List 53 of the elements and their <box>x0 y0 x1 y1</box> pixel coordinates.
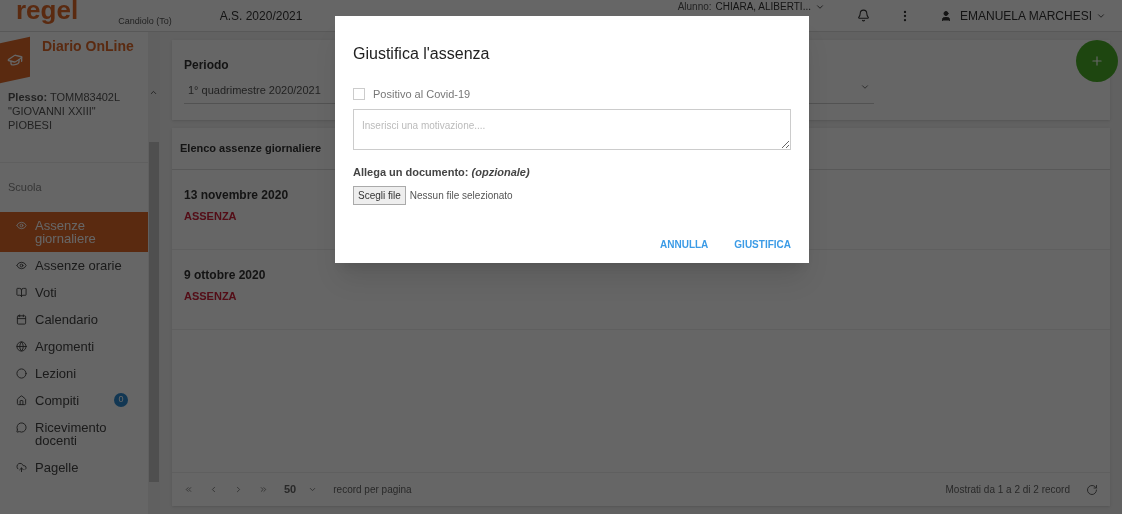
chat-icon <box>16 421 27 433</box>
caret-icon <box>860 82 870 92</box>
house-icon <box>16 394 27 406</box>
book-icon <box>16 286 27 298</box>
eye-icon <box>16 259 27 271</box>
choose-file-button[interactable]: Scegli file <box>353 186 406 205</box>
file-status: Nessun file selezionato <box>409 189 513 203</box>
sidebar-item[interactable]: Lezioni <box>0 359 148 387</box>
sidebar-item[interactable]: Argomenti <box>0 332 148 360</box>
sidebar-item[interactable]: Pagelle <box>0 453 148 481</box>
absence-date: 9 ottobre 2020 <box>184 266 266 284</box>
sidebar-item[interactable]: Ricevimento docenti <box>0 413 148 454</box>
eye-icon <box>16 219 27 231</box>
cloud-upload-icon <box>16 461 27 473</box>
calendar-icon <box>16 313 27 325</box>
sidebar-item[interactable]: Compiti 0 <box>0 386 148 414</box>
caret-icon <box>308 485 318 494</box>
dialog-button[interactable]: GIUSTIFICA <box>734 237 791 252</box>
notification-icon[interactable] <box>856 9 870 22</box>
scrollbar-thumb[interactable] <box>149 142 159 482</box>
page-size-select[interactable]: 50 <box>284 481 318 498</box>
user-icon <box>939 9 952 22</box>
user-menu[interactable]: EMANUELA MARCHESI <box>959 6 1106 25</box>
count-badge: 0 <box>114 392 128 407</box>
sidebar-item[interactable]: Assenze giornaliere <box>0 211 148 252</box>
plesso-info: Plesso: TOMM83402L "GIOVANNI XXIII" PIOBESI <box>7 90 121 133</box>
circle-icon <box>16 367 27 379</box>
absence-type: ASSENZA <box>184 288 237 304</box>
dialog-button[interactable]: ANNULLA <box>660 237 709 252</box>
refresh-icon[interactable] <box>1086 483 1098 496</box>
covid-checkbox[interactable]: Positivo al Covid-19 <box>353 86 791 103</box>
absence-date: 13 novembre 2020 <box>184 186 289 204</box>
globe-icon <box>16 340 27 352</box>
page-size-label: record per pagina <box>333 483 412 497</box>
scroll-up-icon[interactable] <box>149 88 158 97</box>
student-label: Alunno: <box>677 0 712 14</box>
sidebar-item[interactable]: Calendario <box>0 305 148 333</box>
diary-title: Diario OnLine <box>42 37 134 56</box>
logo: regel <box>16 0 79 23</box>
sidebar-item[interactable]: Assenze orarie <box>0 251 148 279</box>
period-label: Periodo <box>184 57 230 74</box>
school-year: A.S. 2020/2021 <box>219 7 303 25</box>
previous-page-icon[interactable] <box>209 485 218 494</box>
school-name: Candiolo (To) <box>118 14 172 28</box>
absence-type: ASSENZA <box>184 208 237 224</box>
next-page-icon[interactable] <box>234 485 243 494</box>
reason-field[interactable]: Inserisci una motivazione.... <box>353 108 791 150</box>
plus-icon <box>1090 54 1104 68</box>
student-selector[interactable]: CHIARA, ALIBERTI... <box>715 0 825 14</box>
sidebar-item[interactable]: Voti <box>0 278 148 306</box>
first-page-icon[interactable] <box>184 485 193 494</box>
last-page-icon[interactable] <box>259 485 268 494</box>
dialog-title: Giustifica l'assenza <box>353 44 491 64</box>
